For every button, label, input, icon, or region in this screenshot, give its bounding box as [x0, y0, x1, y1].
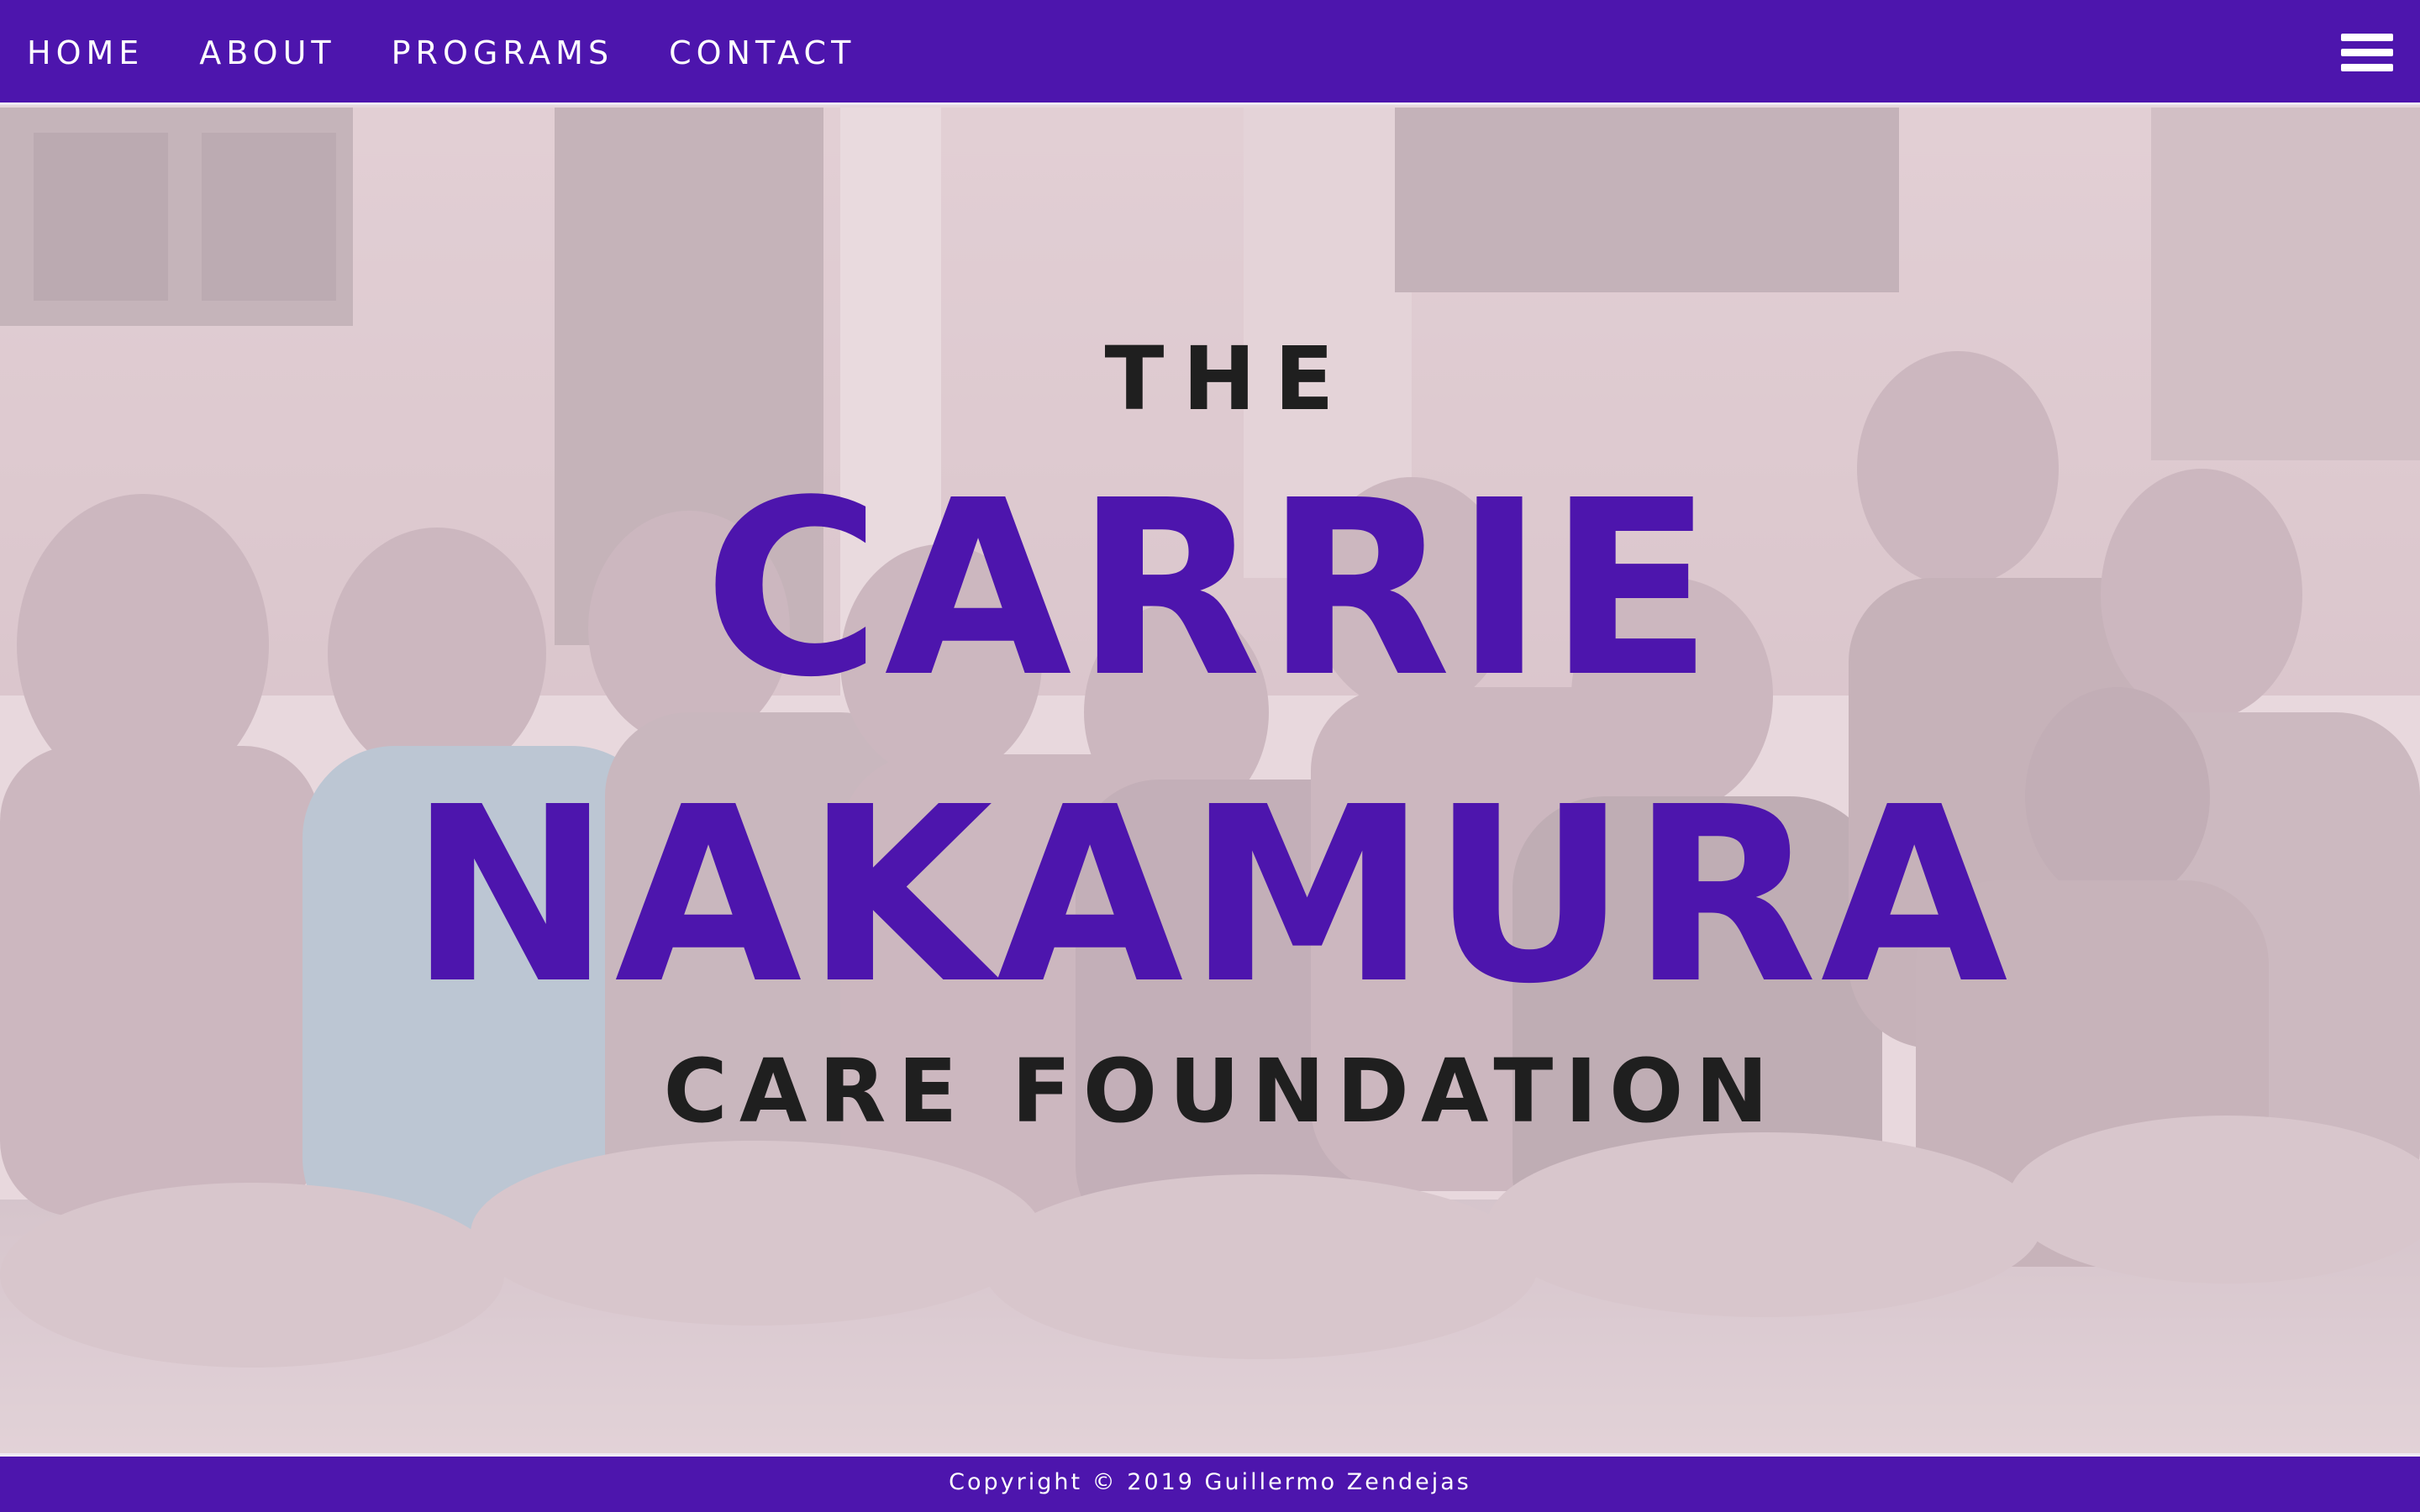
- page: HOME ABOUT PROGRAMS CONTACT THE CARRIE N…: [0, 0, 2420, 1512]
- navbar: HOME ABOUT PROGRAMS CONTACT: [0, 0, 2420, 105]
- nav-link-programs[interactable]: PROGRAMS: [392, 34, 613, 71]
- hero-title-the: THE: [1104, 328, 1353, 430]
- hamburger-menu-icon[interactable]: [2341, 34, 2393, 72]
- hero-title-carrie: CARRIE: [703, 449, 1717, 730]
- nav-links: HOME ABOUT PROGRAMS CONTACT: [27, 0, 855, 105]
- nav-link-home[interactable]: HOME: [27, 34, 144, 71]
- copyright-text: Copyright © 2019 Guillermo Zendejas: [949, 1469, 1471, 1495]
- footer: Copyright © 2019 Guillermo Zendejas: [0, 1453, 2420, 1512]
- hero-section: THE CARRIE NAKAMURA CARE FOUNDATION: [0, 108, 2420, 1453]
- hero-title-nakamura: NAKAMURA: [408, 755, 2012, 1037]
- nav-link-about[interactable]: ABOUT: [199, 34, 335, 71]
- hero-title-care-foundation: CARE FOUNDATION: [663, 1040, 1781, 1142]
- nav-link-contact[interactable]: CONTACT: [669, 34, 855, 71]
